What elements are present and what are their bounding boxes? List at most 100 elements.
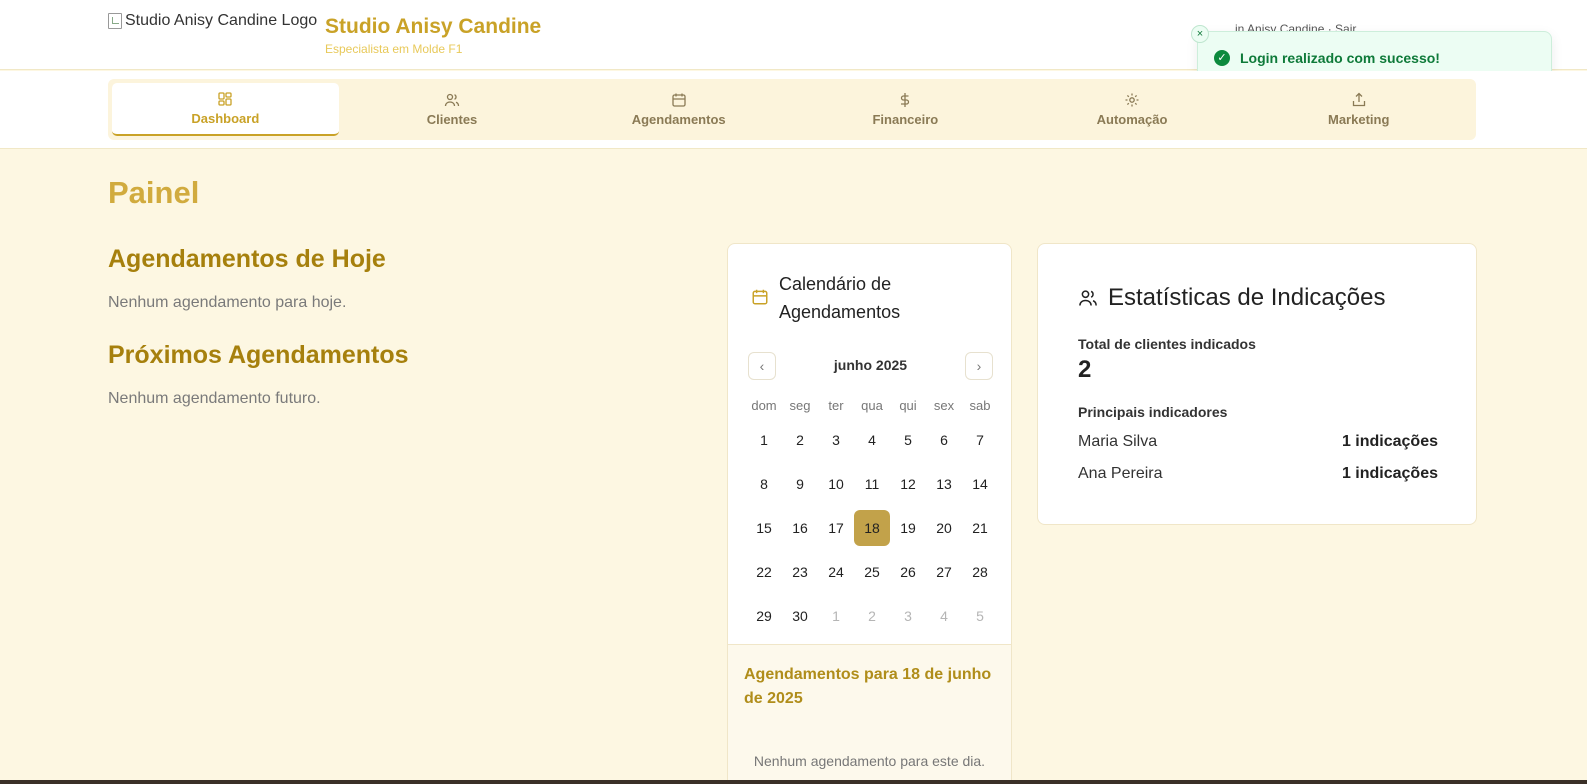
calendar-day[interactable]: 20 <box>926 510 962 546</box>
week-row: 15 16 17 18 19 20 21 <box>746 506 998 550</box>
calendar-day-outside[interactable]: 1 <box>818 598 854 634</box>
referral-stats-card: Estatísticas de Indicações Total de clie… <box>1037 243 1477 525</box>
weekday-label: sab <box>969 398 991 413</box>
referrer-count: 1 indicações <box>1341 465 1438 482</box>
calendar-day-outside[interactable]: 2 <box>854 598 890 634</box>
calendar-day-outside[interactable]: 3 <box>890 598 926 634</box>
share-icon <box>1352 92 1365 107</box>
nav-tabs: Dashboard Clientes Agendamentos Financei… <box>108 79 1476 140</box>
calendar-icon <box>752 289 768 305</box>
calendar-day[interactable]: 13 <box>926 466 962 502</box>
calendar-day[interactable]: 27 <box>926 554 962 590</box>
calendar-day[interactable]: 9 <box>782 466 818 502</box>
tab-label: Financeiro <box>872 112 939 127</box>
calendar-day[interactable]: 8 <box>746 466 782 502</box>
brand-subtitle: Especialista em Molde F1 <box>325 42 463 56</box>
week-row: 8 9 10 11 12 13 14 <box>746 462 998 506</box>
tab-label: Automação <box>1096 112 1168 127</box>
calendar-day[interactable]: 7 <box>962 422 998 458</box>
calendar-day[interactable]: 16 <box>782 510 818 546</box>
day-appointments-empty: Nenhum agendamento para este dia. <box>753 753 986 769</box>
today-empty-text: Nenhum agendamento para hoje. <box>108 294 347 311</box>
broken-image-icon <box>108 13 122 29</box>
referrer-row: Maria Silva 1 indicações <box>1078 433 1438 451</box>
calendar-day[interactable]: 12 <box>890 466 926 502</box>
nav-bar: Dashboard Clientes Agendamentos Financei… <box>0 71 1587 149</box>
calendar-day[interactable]: 11 <box>854 466 890 502</box>
tab-label: Marketing <box>1327 112 1390 127</box>
dollar-icon <box>901 93 910 107</box>
stats-header: Estatísticas de Indicações <box>1078 284 1385 312</box>
weekday-label: qui <box>899 398 917 413</box>
weekday-label: qua <box>861 398 883 413</box>
calendar-day[interactable]: 28 <box>962 554 998 590</box>
users-icon <box>444 93 460 107</box>
weekday-row: dom seg ter qua qui sex sab <box>746 394 998 418</box>
day-appointments-title: Agendamentos para 18 de junho de 2025 <box>744 666 992 707</box>
tab-clientes[interactable]: Clientes <box>339 83 566 136</box>
calendar-day-outside[interactable]: 4 <box>926 598 962 634</box>
calendar-day[interactable]: 15 <box>746 510 782 546</box>
month-label: junho 2025 <box>833 357 908 373</box>
logo-alt-text: Studio Anisy Candine Logo <box>125 12 318 29</box>
calendar-day[interactable]: 3 <box>818 422 854 458</box>
weekday-label: ter <box>828 398 844 413</box>
today-heading: Agendamentos de Hoje <box>108 245 386 273</box>
calendar-day[interactable]: 14 <box>962 466 998 502</box>
calendar-day[interactable]: 5 <box>890 422 926 458</box>
calendar-day-selected[interactable]: 18 <box>854 510 890 546</box>
toast-message: Login realizado com sucesso! <box>1240 49 1440 66</box>
calendar-day[interactable]: 17 <box>818 510 854 546</box>
week-row: 29 30 1 2 3 4 5 <box>746 594 998 638</box>
top-referrers-label: Principais indicadores <box>1078 404 1228 420</box>
week-row: 22 23 24 25 26 27 28 <box>746 550 998 594</box>
bottom-edge <box>0 780 1587 784</box>
calendar-day[interactable]: 10 <box>818 466 854 502</box>
calendar-day[interactable]: 23 <box>782 554 818 590</box>
calendar-day[interactable]: 22 <box>746 554 782 590</box>
logo-image[interactable]: Studio Anisy Candine Logo <box>108 12 317 30</box>
weekday-label: dom <box>751 398 777 413</box>
next-month-button[interactable]: › <box>965 352 993 380</box>
calendar-card: Calendário de Agendamentos ‹ junho 2025 … <box>727 243 1012 784</box>
total-referred-value: 2 <box>1078 356 1092 383</box>
calendar-day[interactable]: 29 <box>746 598 782 634</box>
referrer-name: Maria Silva <box>1078 433 1158 450</box>
calendar-day[interactable]: 4 <box>854 422 890 458</box>
gear-icon <box>1125 93 1139 107</box>
calendar-day[interactable]: 2 <box>782 422 818 458</box>
referrer-name: Ana Pereira <box>1078 465 1163 482</box>
calendar-icon <box>672 93 686 107</box>
tab-automacao[interactable]: Automação <box>1019 83 1246 136</box>
users-icon <box>1079 290 1097 306</box>
dashboard-icon <box>218 92 232 106</box>
calendar-day[interactable]: 26 <box>890 554 926 590</box>
tab-agendamentos[interactable]: Agendamentos <box>565 83 792 136</box>
total-referred-label: Total de clientes indicados <box>1078 336 1256 352</box>
tab-financeiro[interactable]: Financeiro <box>792 83 1019 136</box>
referrer-count: 1 indicações <box>1341 433 1438 450</box>
toast-close-button[interactable]: × <box>1191 25 1209 43</box>
stats-title: Estatísticas de Indicações <box>1108 284 1386 311</box>
calendar-header: Calendário de Agendamentos <box>751 270 909 326</box>
weekday-label: seg <box>789 398 811 413</box>
tab-dashboard[interactable]: Dashboard <box>112 83 339 136</box>
calendar-day[interactable]: 30 <box>782 598 818 634</box>
referrer-row: Ana Pereira 1 indicações <box>1078 465 1438 483</box>
upcoming-empty-text: Nenhum agendamento futuro. <box>108 390 321 407</box>
calendar-day[interactable]: 25 <box>854 554 890 590</box>
calendar-grid: dom seg ter qua qui sex sab 1 2 3 4 5 6 … <box>746 394 998 638</box>
calendar-day[interactable]: 19 <box>890 510 926 546</box>
month-navigation: ‹ junho 2025 › <box>748 352 993 380</box>
calendar-day[interactable]: 6 <box>926 422 962 458</box>
calendar-day-outside[interactable]: 5 <box>962 598 998 634</box>
page-title: Painel <box>108 175 200 210</box>
calendar-day[interactable]: 21 <box>962 510 998 546</box>
calendar-day[interactable]: 24 <box>818 554 854 590</box>
tab-label: Clientes <box>426 112 478 127</box>
upcoming-heading: Próximos Agendamentos <box>108 341 409 369</box>
tab-marketing[interactable]: Marketing <box>1245 83 1472 136</box>
check-circle-icon: ✓ <box>1214 49 1230 66</box>
calendar-title: Calendário de Agendamentos <box>779 274 901 322</box>
calendar-day[interactable]: 1 <box>746 422 782 458</box>
